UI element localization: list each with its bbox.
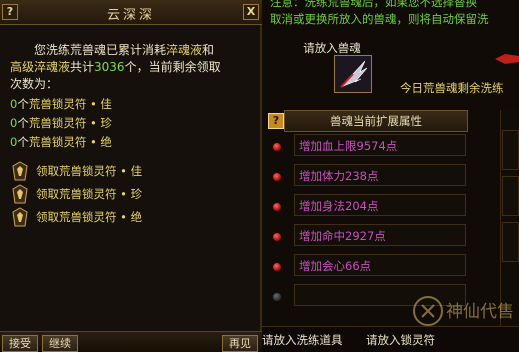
reward-row: 0个荒兽锁灵符 • 绝 — [10, 133, 254, 152]
soul-slot[interactable] — [334, 55, 372, 93]
attr-text: 增加命中2927点 — [299, 229, 386, 243]
attr-row: 增加会心66点 — [294, 254, 466, 276]
attr-row: 增加命中2927点 — [294, 224, 466, 246]
reward-name: 荒兽锁灵符 • 佳 — [28, 97, 112, 111]
watermark-text: 神仙代售 — [446, 302, 514, 322]
soul-refine-panel: 注意：洗练荒兽魂后，如果您不选择替换 取消或更换所放入的兽魂，则将自动保留洗 请… — [262, 0, 519, 352]
soul-slot-label: 请放入兽魂 — [303, 41, 361, 55]
notice-text: 注意：洗练荒兽魂后，如果您不选择替换 取消或更换所放入的兽魂，则将自动保留洗 — [270, 0, 519, 28]
talisman-icon — [12, 184, 28, 204]
goodbye-button[interactable]: 再见 — [222, 335, 258, 352]
continue-button[interactable]: 继续 — [42, 335, 78, 352]
side-slot — [502, 130, 519, 170]
lock-radio[interactable] — [272, 232, 282, 242]
dialog-footer: 接受 继续 再见 — [0, 331, 262, 352]
attr-text: 增加会心66点 — [299, 259, 372, 273]
summary-total: 3036 — [94, 60, 125, 74]
summary-item-hl2: 高级淬魂液 — [10, 60, 71, 74]
claim-label[interactable]: 领取荒兽锁灵符 • 珍 — [36, 186, 142, 202]
attr-row: 增加体力238点 — [294, 164, 466, 186]
summary-item-hl1: 淬魂液 — [166, 43, 203, 57]
reward-unit: 个 — [17, 97, 29, 111]
dialog-title: 云深深 — [106, 8, 155, 23]
accept-button[interactable]: 接受 — [2, 335, 38, 352]
attr-text: 增加血上限9574点 — [299, 139, 398, 153]
lock-radio[interactable] — [272, 292, 282, 302]
dialog-body: 您洗练荒兽魂已累计消耗淬魂液和 高级淬魂液共计3036个，当前剩余领取 次数为：… — [10, 42, 254, 152]
notice-line1: 注意：洗练荒兽魂后，如果您不选择替换 — [270, 0, 477, 9]
help-icon[interactable]: ? — [268, 113, 284, 129]
claim-label[interactable]: 领取荒兽锁灵符 • 佳 — [36, 163, 142, 179]
claim-option-jue[interactable]: 领取荒兽锁灵符 • 绝 — [10, 206, 250, 228]
attr-row: 增加血上限9574点 — [294, 134, 466, 156]
attr-row: 增加身法204点 — [294, 194, 466, 216]
talisman-icon — [12, 161, 28, 181]
lock-radio[interactable] — [272, 142, 282, 152]
arrow-icon — [495, 54, 519, 64]
reward-row: 0个荒兽锁灵符 • 佳 — [10, 95, 254, 114]
notice-line2: 取消或更换所放入的兽魂，则将自动保留洗 — [270, 12, 489, 26]
feather-icon — [335, 56, 371, 92]
reward-list: 0个荒兽锁灵符 • 佳 0个荒兽锁灵符 • 珍 0个荒兽锁灵符 • 绝 — [10, 95, 254, 152]
lock-talisman-slot-label[interactable]: 请放入锁灵符 — [366, 332, 435, 348]
claim-label[interactable]: 领取荒兽锁灵符 • 绝 — [36, 209, 142, 225]
side-slot — [502, 222, 519, 262]
remaining-refine-text: 今日荒兽魂剩余洗练 — [400, 81, 504, 95]
lock-radio[interactable] — [272, 262, 282, 272]
claim-option-zhen[interactable]: 领取荒兽锁灵符 • 珍 — [10, 183, 250, 205]
claim-option-jia[interactable]: 领取荒兽锁灵符 • 佳 — [10, 160, 250, 182]
reward-name: 荒兽锁灵符 • 珍 — [28, 116, 112, 130]
lock-radio[interactable] — [272, 172, 282, 182]
refine-item-slot-label[interactable]: 请放入洗练道具 — [262, 332, 343, 348]
reward-unit: 个 — [17, 135, 29, 149]
attr-header: 兽魂当前扩展属性 — [284, 110, 468, 132]
summary-text: 您洗练荒兽魂已累计消耗淬魂液和 高级淬魂液共计3036个，当前剩余领取 次数为： — [10, 42, 254, 93]
attr-text: 增加体力238点 — [299, 169, 379, 183]
summary-line2-suffix: 个，当前剩余领取 — [124, 60, 221, 74]
reward-name: 荒兽锁灵符 • 绝 — [28, 135, 112, 149]
side-slot — [502, 176, 519, 216]
reward-row: 0个荒兽锁灵符 • 珍 — [10, 114, 254, 133]
summary-total-prefix: 共计 — [70, 60, 95, 74]
attr-text: 增加身法204点 — [299, 199, 379, 213]
summary-line3: 次数为： — [10, 77, 59, 91]
lock-radio[interactable] — [272, 202, 282, 212]
summary-line1: 您洗练荒兽魂已累计消耗 — [34, 43, 167, 57]
reward-unit: 个 — [17, 116, 29, 130]
dialog-titlebar: 云深深 ? X — [0, 0, 262, 25]
summary-and: 和 — [202, 43, 215, 57]
talisman-icon — [12, 207, 28, 227]
help-icon[interactable]: ? — [2, 4, 18, 20]
npc-dialog-panel: 云深深 ? X 您洗练荒兽魂已累计消耗淬魂液和 高级淬魂液共计3036个，当前剩… — [0, 0, 262, 352]
close-icon[interactable]: X — [243, 4, 259, 20]
